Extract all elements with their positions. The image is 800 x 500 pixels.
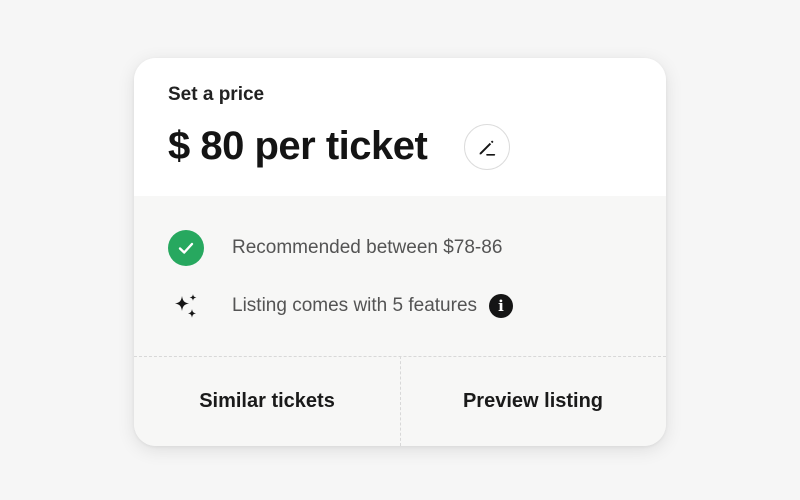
price-row: $ 80 per ticket xyxy=(168,124,428,169)
preview-listing-button[interactable]: Preview listing xyxy=(400,357,666,446)
recommendation-text: Recommended between $78-86 xyxy=(232,237,503,258)
details-section: Recommended between $78-86 Listing comes… xyxy=(134,196,666,446)
price-value: $ 80 per ticket xyxy=(168,124,428,168)
features-text: Listing comes with 5 features xyxy=(232,295,478,316)
price-label: Set a price xyxy=(168,84,265,105)
recommendation-row: Recommended between $78-86 xyxy=(168,230,502,266)
similar-tickets-button[interactable]: Similar tickets xyxy=(134,357,400,446)
info-icon[interactable]: i xyxy=(489,294,514,318)
pricing-card: Set a price $ 80 per ticket Recommended … xyxy=(134,58,666,446)
pencil-icon xyxy=(479,140,496,156)
features-row: Listing comes with 5 features i xyxy=(168,288,514,324)
price-section: Set a price $ 80 per ticket xyxy=(134,58,666,196)
check-circle-icon xyxy=(168,230,204,266)
sparkle-icon xyxy=(168,288,204,324)
edit-price-button[interactable] xyxy=(464,124,510,170)
